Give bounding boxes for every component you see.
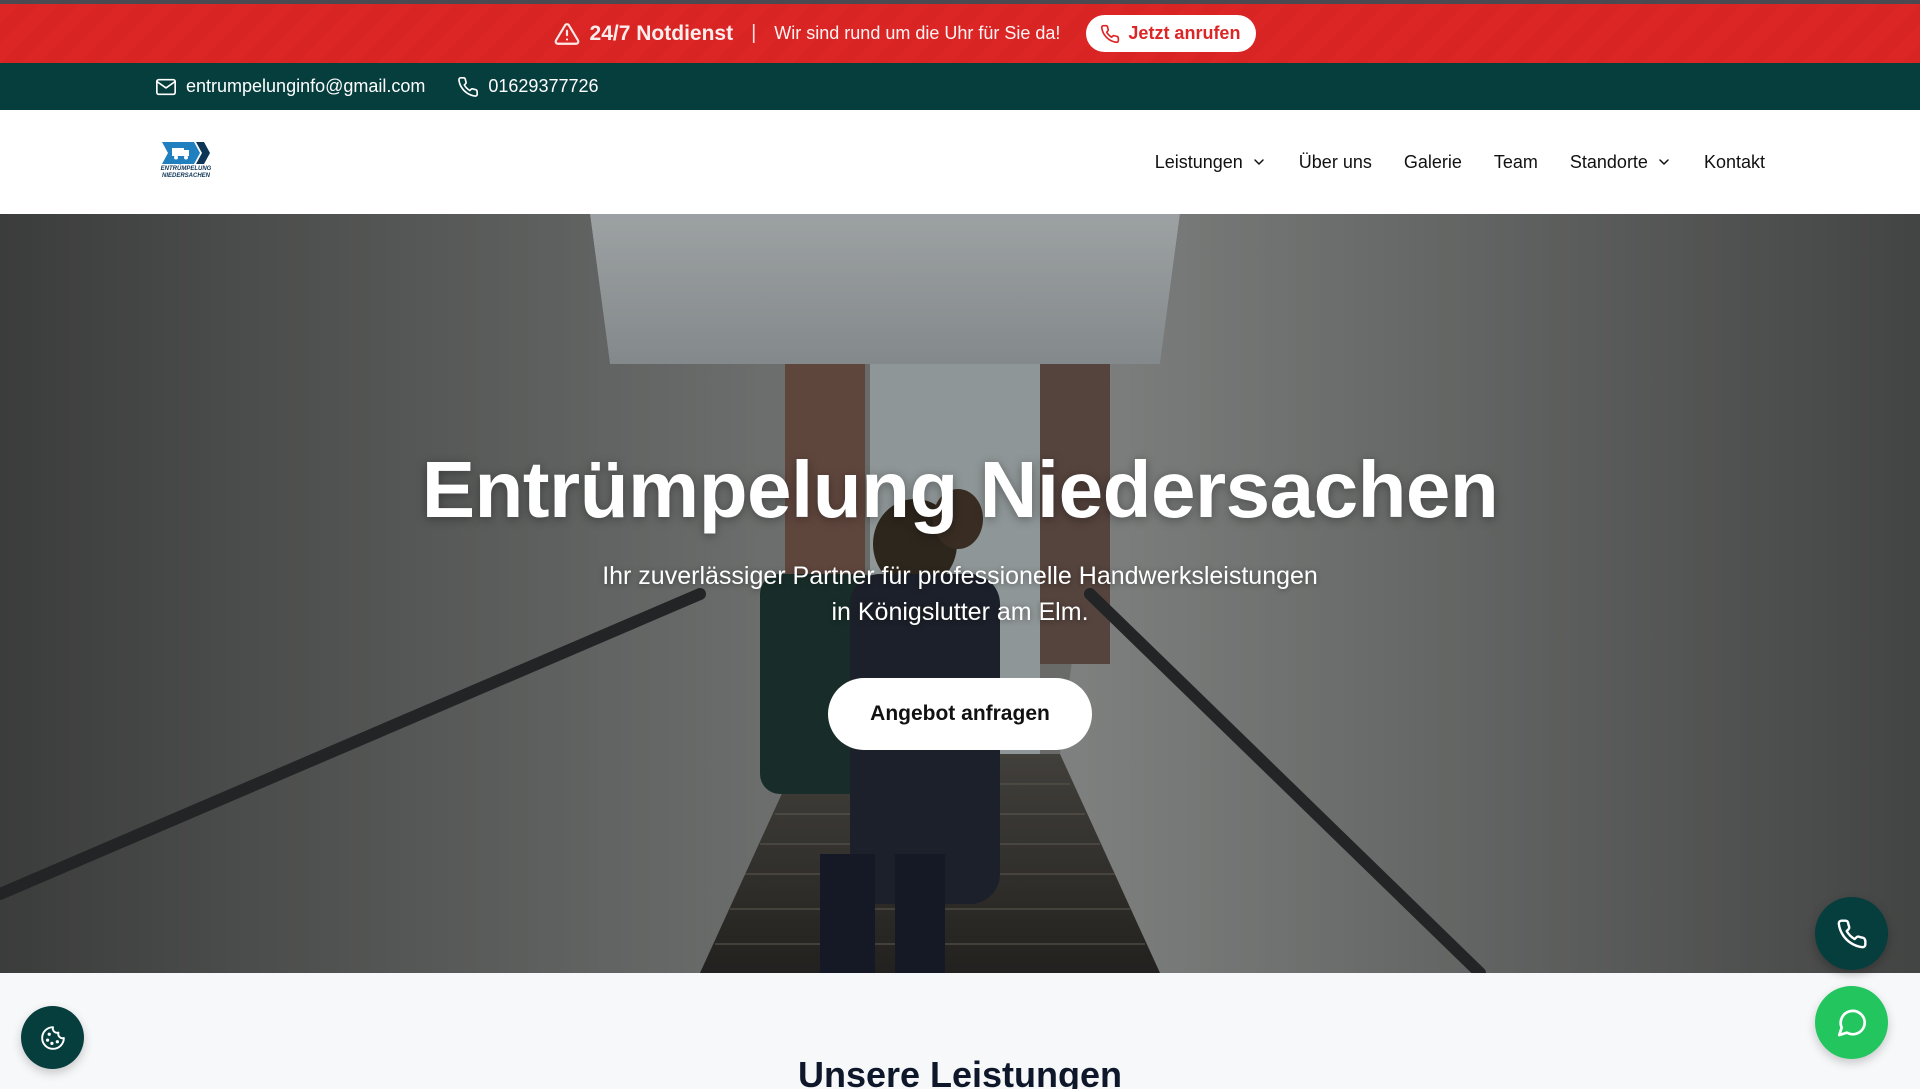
email-text: entrumpelunginfo@gmail.com <box>186 76 426 96</box>
phone-icon <box>1101 24 1120 43</box>
nav-label: Leistungen <box>1154 151 1243 172</box>
warning-triangle-icon <box>554 21 580 47</box>
cookie-settings-button[interactable] <box>21 1006 84 1069</box>
chevron-down-icon <box>1254 159 1264 165</box>
floating-whatsapp-button[interactable] <box>1815 986 1888 1059</box>
hero-title: Entrümpelung Niedersachen <box>421 445 1499 534</box>
nav-item-galerie[interactable]: Galerie <box>1404 152 1462 173</box>
hero-subtitle-line-2: in Königslutter am Elm. <box>831 598 1089 626</box>
phone-link[interactable]: 01629377726 <box>457 76 599 98</box>
emergency-banner-content: 24/7 Notdienst | Wir sind rund um die Uh… <box>554 15 1257 52</box>
request-quote-button[interactable]: Angebot anfragen <box>828 678 1092 750</box>
chat-bubble-icon <box>1837 1009 1866 1036</box>
email-link[interactable]: entrumpelunginfo@gmail.com <box>155 76 425 98</box>
nav-item-kontakt[interactable]: Kontakt <box>1704 152 1765 173</box>
phone-icon <box>1837 918 1867 948</box>
services-title: Unsere Leistungen <box>797 1054 1123 1089</box>
separator: | <box>751 22 757 44</box>
nav-label: Team <box>1493 151 1538 172</box>
hero-subtitle: Ihr zuverlässiger Partner für profession… <box>0 558 1920 630</box>
phone-text: 01629377726 <box>488 76 599 96</box>
logo-line-2: NIEDERSACHEN <box>161 173 210 179</box>
call-now-button[interactable]: Jetzt anrufen <box>1086 15 1257 52</box>
nav-label: Kontakt <box>1703 151 1765 172</box>
main-nav: Leistungen Über uns Galerie Team Standor… <box>1155 152 1765 173</box>
truck-logo-icon <box>162 142 210 164</box>
phone-icon <box>458 76 479 97</box>
nav-label: Standorte <box>1569 151 1648 172</box>
nav-label: Über uns <box>1298 151 1372 172</box>
nav-item-ueber-uns[interactable]: Über uns <box>1299 152 1372 173</box>
hero-subtitle-line-1: Ihr zuverlässiger Partner für profession… <box>602 562 1318 590</box>
emergency-text: Wir sind rund um die Uhr für Sie da! <box>774 23 1061 43</box>
floating-call-button[interactable] <box>1815 897 1888 970</box>
nav-item-leistungen[interactable]: Leistungen <box>1155 152 1267 173</box>
logo-line-1: ENTRÜMPELUNG <box>160 166 212 172</box>
call-now-label: Jetzt anrufen <box>1128 23 1241 43</box>
navbar: ENTRÜMPELUNG NIEDERSACHEN Leistungen Übe… <box>0 110 1920 214</box>
nav-label: Galerie <box>1403 151 1462 172</box>
nav-item-standorte[interactable]: Standorte <box>1570 152 1672 173</box>
emergency-banner: 24/7 Notdienst | Wir sind rund um die Uh… <box>0 0 1920 63</box>
hero-content: Entrümpelung Niedersachen Ihr zuverlässi… <box>0 444 1920 750</box>
cookie-icon <box>40 1025 65 1050</box>
hero-section: Entrümpelung Niedersachen Ihr zuverlässi… <box>0 214 1920 973</box>
nav-item-team[interactable]: Team <box>1494 152 1538 173</box>
emergency-title: 24/7 Notdienst <box>589 21 734 45</box>
logo[interactable]: ENTRÜMPELUNG NIEDERSACHEN <box>158 140 214 184</box>
contact-bar: entrumpelunginfo@gmail.com 01629377726 <box>0 63 1920 110</box>
chevron-down-icon <box>1659 159 1669 165</box>
mail-icon <box>156 78 176 95</box>
